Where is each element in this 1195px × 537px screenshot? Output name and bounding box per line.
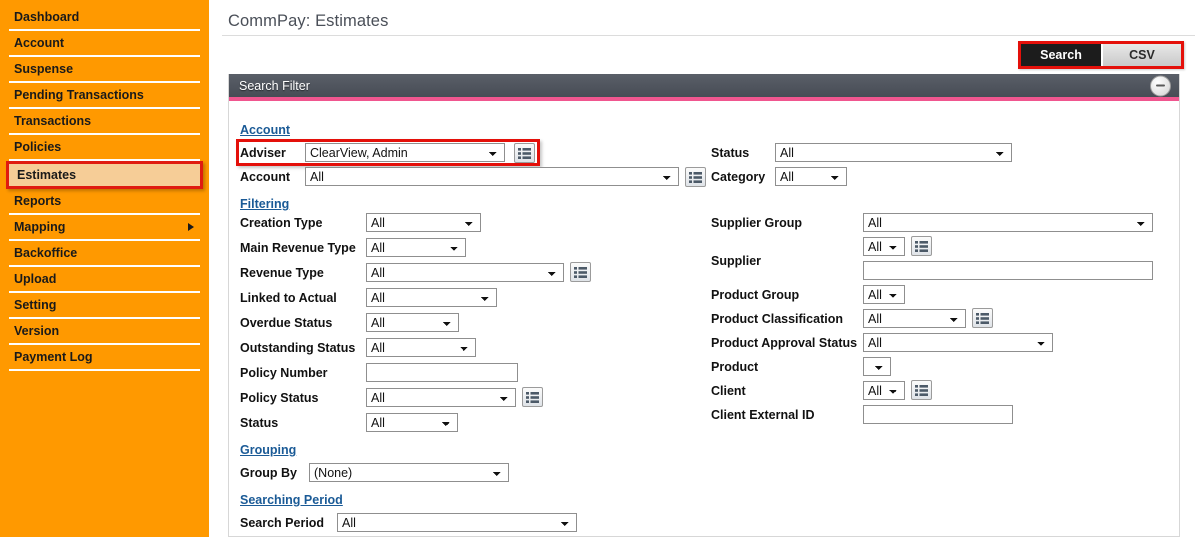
- label-revenue-type: Revenue Type: [240, 266, 324, 280]
- sidebar-item-label: Version: [14, 324, 60, 338]
- status-account-select[interactable]: All: [775, 143, 1012, 162]
- sidebar-item-backoffice[interactable]: Backoffice: [9, 241, 200, 267]
- sidebar-item-suspense[interactable]: Suspense: [9, 57, 200, 83]
- view-tabs: Search CSV: [1018, 41, 1184, 69]
- client-external-id-input[interactable]: [863, 405, 1013, 424]
- section-link-account[interactable]: Account: [240, 123, 290, 137]
- label-client-external-id: Client External ID: [711, 408, 815, 422]
- product-approval-status-select[interactable]: All: [863, 333, 1053, 352]
- sidebar-item-setting[interactable]: Setting: [9, 293, 200, 319]
- adviser-select[interactable]: ClearView, Admin: [305, 143, 505, 162]
- label-group-by: Group By: [240, 466, 297, 480]
- sidebar-item-label: Dashboard: [14, 10, 80, 24]
- label-search-period: Search Period: [240, 516, 325, 530]
- section-link-grouping[interactable]: Grouping: [240, 443, 296, 457]
- label-category: Category: [711, 170, 766, 184]
- label-supplier-group: Supplier Group: [711, 216, 802, 230]
- sidebar-item-policies[interactable]: Policies: [9, 135, 200, 161]
- label-product-classification: Product Classification: [711, 312, 843, 326]
- sidebar-item-version[interactable]: Version: [9, 319, 200, 345]
- label-adviser: Adviser: [240, 146, 286, 160]
- label-linked-to-actual: Linked to Actual: [240, 291, 337, 305]
- sidebar-nav-list: Dashboard Account Suspense Pending Transact…: [0, 0, 209, 371]
- search-period-select[interactable]: All: [337, 513, 577, 532]
- panel-title: Search Filter: [239, 78, 310, 93]
- sidebar-item-transactions[interactable]: Transactions: [9, 109, 200, 135]
- revenue-type-lookup-icon[interactable]: [570, 262, 591, 282]
- outstanding-status-select[interactable]: All: [366, 338, 476, 357]
- sidebar-item-upload[interactable]: Upload: [9, 267, 200, 293]
- sidebar-item-label: Suspense: [14, 62, 74, 76]
- main-revenue-type-select[interactable]: All: [366, 238, 466, 257]
- sidebar-item-label: Upload: [14, 272, 57, 286]
- sidebar-item-mapping[interactable]: Mapping: [9, 215, 200, 241]
- supplier-group-select[interactable]: All: [863, 213, 1153, 232]
- label-supplier: Supplier: [711, 254, 762, 268]
- label-client: Client: [711, 384, 746, 398]
- label-account: Account: [240, 170, 290, 184]
- status-select[interactable]: All: [366, 413, 458, 432]
- policy-status-select[interactable]: All: [366, 388, 516, 407]
- label-status: Status: [240, 416, 279, 430]
- product-group-select[interactable]: All: [863, 285, 905, 304]
- sidebar-item-account[interactable]: Account: [9, 31, 200, 57]
- section-link-searching-period[interactable]: Searching Period: [240, 493, 343, 507]
- linked-to-actual-select[interactable]: All: [366, 288, 497, 307]
- sidebar-item-label: Estimates: [17, 168, 77, 182]
- label-policy-number: Policy Number: [240, 366, 328, 380]
- overdue-status-select[interactable]: All: [366, 313, 459, 332]
- tab-csv[interactable]: CSV: [1101, 44, 1181, 66]
- title-divider: [222, 35, 1195, 36]
- sidebar-item-estimates[interactable]: Estimates: [6, 161, 203, 189]
- sidebar-item-reports[interactable]: Reports: [9, 189, 200, 215]
- sidebar-item-label: Pending Transactions: [14, 88, 144, 102]
- label-creation-type: Creation Type: [240, 216, 323, 230]
- client-select[interactable]: All: [863, 381, 905, 400]
- sidebar-item-dashboard[interactable]: Dashboard: [9, 5, 200, 31]
- sidebar-item-label: Payment Log: [14, 350, 93, 364]
- creation-type-select[interactable]: All: [366, 213, 481, 232]
- sidebar-item-pending-transactions[interactable]: Pending Transactions: [9, 83, 200, 109]
- page-title: CommPay: Estimates: [228, 12, 389, 30]
- label-policy-status: Policy Status: [240, 391, 319, 405]
- account-lookup-icon[interactable]: [685, 167, 706, 187]
- tab-search[interactable]: Search: [1021, 44, 1101, 66]
- sidebar-item-label: Reports: [14, 194, 62, 208]
- sidebar: Dashboard Account Suspense Pending Transact…: [0, 0, 209, 537]
- sidebar-item-label: Backoffice: [14, 246, 78, 260]
- supplier-lookup-icon[interactable]: [911, 236, 932, 256]
- sidebar-item-label: Mapping: [14, 220, 66, 234]
- policy-number-input[interactable]: [366, 363, 518, 382]
- account-select[interactable]: All: [305, 167, 679, 186]
- label-outstanding-status: Outstanding Status: [240, 341, 356, 355]
- group-by-select[interactable]: (None): [309, 463, 509, 482]
- sidebar-item-payment-log[interactable]: Payment Log: [9, 345, 200, 371]
- sidebar-item-label: Account: [14, 36, 64, 50]
- label-status-account: Status: [711, 146, 750, 160]
- client-lookup-icon[interactable]: [911, 380, 932, 400]
- supplier-select[interactable]: All: [863, 237, 905, 256]
- category-select[interactable]: All: [775, 167, 847, 186]
- search-filter-panel: Search Filter Account Adviser ClearView,…: [228, 74, 1180, 537]
- label-main-revenue-type: Main Revenue Type: [240, 241, 356, 255]
- label-product-group: Product Group: [711, 288, 800, 302]
- minus-circle-icon[interactable]: [1150, 75, 1171, 96]
- product-classification-select[interactable]: All: [863, 309, 966, 328]
- label-overdue-status: Overdue Status: [240, 316, 333, 330]
- policy-status-lookup-icon[interactable]: [522, 387, 543, 407]
- minus-glyph: [1156, 84, 1165, 87]
- app-root: Dashboard Account Suspense Pending Transact…: [0, 0, 1195, 537]
- product-select[interactable]: [863, 357, 891, 376]
- sidebar-item-label: Policies: [14, 140, 62, 154]
- product-classification-lookup-icon[interactable]: [972, 308, 993, 328]
- section-link-filtering[interactable]: Filtering: [240, 197, 289, 211]
- panel-header: Search Filter: [229, 74, 1179, 101]
- adviser-lookup-icon[interactable]: [514, 143, 535, 163]
- sidebar-item-label: Setting: [14, 298, 57, 312]
- supplier-text-input[interactable]: [863, 261, 1153, 280]
- sidebar-item-label: Transactions: [14, 114, 92, 128]
- label-product-approval-status: Product Approval Status: [711, 336, 858, 350]
- revenue-type-select[interactable]: All: [366, 263, 564, 282]
- label-product: Product: [711, 360, 759, 374]
